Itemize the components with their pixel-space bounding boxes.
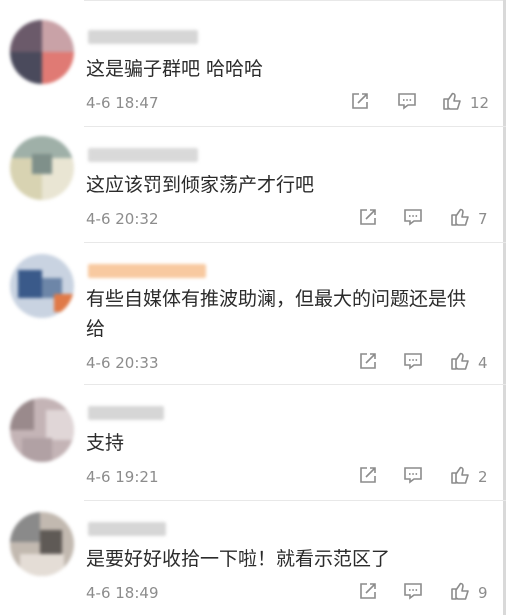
comment-item: 这应该罚到倾家荡产才行吧 4-6 20:32 7 (0, 126, 506, 242)
share-icon[interactable] (357, 206, 379, 228)
share-icon[interactable] (349, 90, 371, 112)
username-redacted[interactable] (88, 406, 164, 420)
comment-item: 有些自媒体有推波助澜，但最大的问题还是供给 4-6 20:33 4 (0, 242, 506, 384)
comment-item: 支持 4-6 19:21 2 (0, 384, 506, 500)
avatar[interactable] (10, 398, 74, 462)
comment-icon[interactable] (402, 580, 424, 602)
comment-text: 这是骗子群吧 哈哈哈 (86, 58, 264, 80)
share-icon[interactable] (357, 580, 379, 602)
avatar[interactable] (10, 254, 74, 318)
comment-item: 这是骗子群吧 哈哈哈 4-6 18:47 12 (0, 0, 506, 126)
username-redacted[interactable] (88, 522, 166, 536)
avatar[interactable] (10, 512, 74, 576)
comment-list: 这是骗子群吧 哈哈哈 4-6 18:47 12 这应该罚到倾家荡产才行吧 4-6… (0, 0, 506, 615)
comment-text: 是要好好收拾一下啦！就看示范区了 (86, 548, 391, 570)
comment-actions: 12 (0, 90, 506, 116)
comment-actions: 9 (0, 580, 506, 606)
username-redacted[interactable] (88, 264, 206, 278)
comment-item: 是要好好收拾一下啦！就看示范区了 4-6 18:49 9 (0, 500, 506, 615)
share-icon[interactable] (357, 350, 379, 372)
username-redacted[interactable] (88, 30, 198, 44)
thumbs-up-icon[interactable] (449, 464, 471, 486)
comment-icon[interactable] (396, 90, 418, 112)
avatar[interactable] (10, 20, 74, 84)
comment-text: 有些自媒体有推波助澜，但最大的问题还是供给 (86, 288, 467, 340)
thumbs-up-icon[interactable] (449, 580, 471, 602)
avatar[interactable] (10, 136, 74, 200)
comment-actions: 2 (0, 464, 506, 490)
thumbs-up-icon[interactable] (449, 206, 471, 228)
like-count: 12 (470, 94, 490, 112)
comment-text: 支持 (86, 432, 125, 454)
comment-actions: 4 (0, 350, 506, 376)
thumbs-up-icon[interactable] (441, 90, 463, 112)
like-count: 7 (478, 210, 488, 228)
like-count: 9 (478, 584, 488, 602)
like-count: 2 (478, 468, 488, 486)
thumbs-up-icon[interactable] (449, 350, 471, 372)
comment-icon[interactable] (402, 206, 424, 228)
like-count: 4 (478, 354, 488, 372)
comment-text: 这应该罚到倾家荡产才行吧 (86, 174, 315, 196)
comment-actions: 7 (0, 206, 506, 232)
comment-icon[interactable] (402, 350, 424, 372)
username-redacted[interactable] (88, 148, 198, 162)
comment-icon[interactable] (402, 464, 424, 486)
share-icon[interactable] (357, 464, 379, 486)
